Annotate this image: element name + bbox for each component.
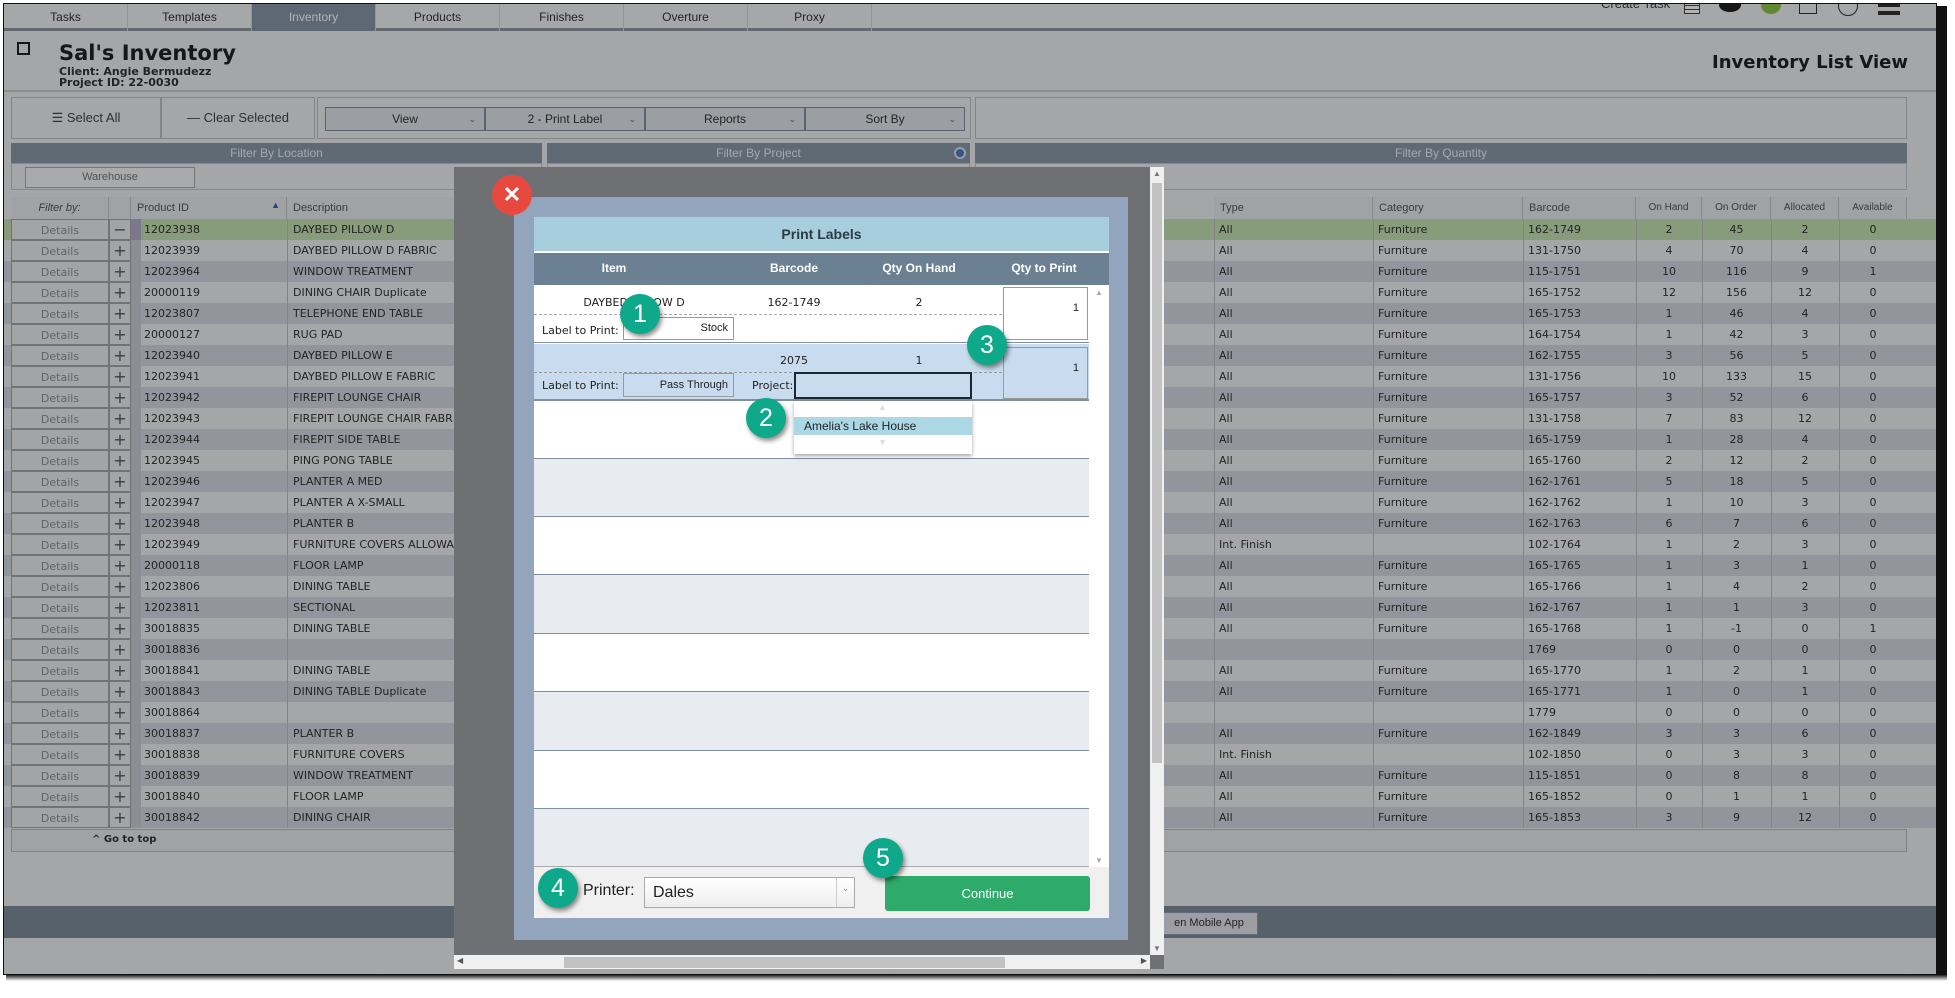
empty-row xyxy=(534,575,1089,634)
empty-row xyxy=(534,517,1089,575)
col-qty-on-hand: Qty On Hand xyxy=(882,261,956,275)
dialog-scrollbar[interactable]: ▲ ▼ xyxy=(1090,286,1109,867)
dialog-footer: Printer: Dales ⌄ Continue xyxy=(534,867,1109,918)
scroll-left-icon: ◀ xyxy=(457,956,464,965)
dialog-title: Print Labels xyxy=(534,217,1109,251)
printer-label: Printer: xyxy=(583,882,635,899)
col-qty-to-print: Qty to Print xyxy=(1011,261,1077,275)
empty-row xyxy=(534,809,1089,867)
item-qty-on-hand: 1 xyxy=(915,354,923,367)
project-dropdown-list: ▲ Amelia's Lake House ▼ xyxy=(794,401,972,454)
scroll-down-icon: ▼ xyxy=(1153,944,1161,953)
printer-value: Dales xyxy=(653,884,694,901)
qty-to-print-input[interactable]: 1 xyxy=(1003,347,1088,399)
item-barcode: 2075 xyxy=(780,354,808,367)
project-label: Project: xyxy=(752,379,794,392)
label-item-row: 2075 1 Label to Print: Pass Through Proj… xyxy=(534,344,1089,401)
callout-badge: 3 xyxy=(967,325,1007,365)
project-option[interactable]: Amelia's Lake House xyxy=(794,417,972,435)
scroll-down-icon: ▼ xyxy=(1095,856,1103,865)
callout-badge: 2 xyxy=(746,398,786,438)
print-labels-modal: ✕ Print Labels Item Barcode Qty On Hand … xyxy=(454,167,1164,969)
label-to-print-select[interactable]: Pass Through xyxy=(623,373,734,397)
qty-to-print-input[interactable]: 1 xyxy=(1003,287,1088,340)
modal-vertical-scrollbar[interactable]: ▲ ▼ xyxy=(1150,167,1164,955)
col-item: Item xyxy=(601,261,627,275)
print-labels-dialog: Print Labels Item Barcode Qty On Hand Qt… xyxy=(534,217,1109,918)
continue-button[interactable]: Continue xyxy=(885,876,1090,911)
modal-horizontal-scrollbar[interactable]: ◀ ▶ xyxy=(454,955,1150,969)
scroll-thumb[interactable] xyxy=(564,957,1005,968)
empty-row xyxy=(534,459,1089,517)
col-barcode: Barcode xyxy=(769,261,819,275)
item-qty-on-hand: 2 xyxy=(915,296,923,309)
scroll-thumb[interactable] xyxy=(1152,183,1162,763)
dialog-column-headers: Item Barcode Qty On Hand Qty to Print xyxy=(534,253,1109,285)
label-to-print-label: Label to Print: xyxy=(542,379,619,392)
window-shadow-bottom xyxy=(6,975,1947,981)
callout-badge: 4 xyxy=(538,868,578,908)
scroll-down-icon: ▼ xyxy=(878,437,887,447)
window-shadow xyxy=(1937,6,1947,978)
project-input[interactable] xyxy=(794,372,972,399)
item-barcode: 162-1749 xyxy=(767,296,821,309)
scroll-up-icon: ▲ xyxy=(1153,169,1161,178)
label-item-row: DAYBED PILLOW D 162-1749 2 Label to Prin… xyxy=(534,286,1089,343)
printer-select[interactable]: Dales ⌄ xyxy=(644,877,855,908)
empty-row xyxy=(534,751,1089,809)
empty-row xyxy=(534,692,1089,751)
callout-badge: 5 xyxy=(863,838,903,878)
label-to-print-label: Label to Print: xyxy=(542,324,619,337)
close-icon[interactable]: ✕ xyxy=(492,175,532,215)
scroll-up-icon: ▲ xyxy=(1095,288,1103,297)
chevron-down-icon: ⌄ xyxy=(836,878,854,907)
empty-row xyxy=(534,634,1089,692)
scroll-right-icon: ▶ xyxy=(1140,956,1147,965)
divider xyxy=(534,314,1002,315)
scroll-up-icon: ▲ xyxy=(878,402,887,412)
callout-badge: 1 xyxy=(620,294,660,334)
